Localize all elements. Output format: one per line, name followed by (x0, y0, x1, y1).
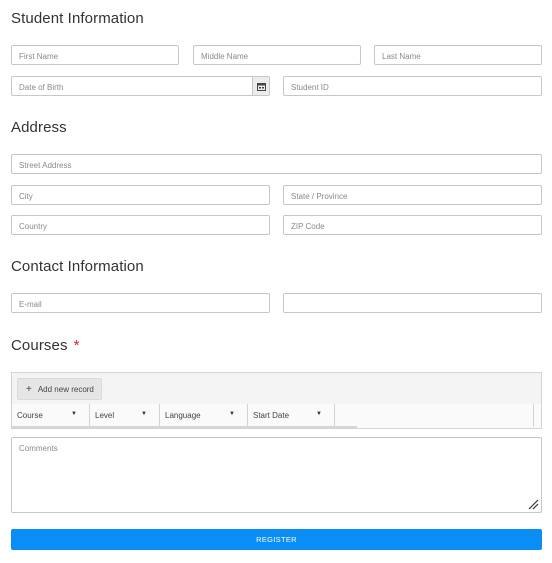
comments-field[interactable] (11, 437, 542, 513)
street-address-input[interactable] (12, 156, 541, 175)
column-header-label: Level (95, 411, 115, 420)
zip-code-input[interactable] (284, 217, 541, 236)
middle-name-field[interactable] (193, 45, 361, 66)
sort-arrow-icon[interactable]: ▼ (229, 411, 235, 417)
required-marker: * (73, 337, 80, 354)
column-header-course[interactable]: Course ▼ (12, 404, 90, 427)
section-title-student: Student Information (11, 10, 144, 27)
sort-arrow-icon[interactable]: ▼ (316, 411, 322, 417)
zip-code-field[interactable] (283, 215, 542, 236)
calendar-button[interactable] (252, 77, 269, 95)
grid-toolbar: + Add new record (12, 373, 541, 405)
student-id-input[interactable] (284, 78, 541, 97)
phone-field[interactable] (283, 293, 542, 314)
sort-arrow-icon[interactable]: ▼ (71, 411, 77, 417)
grid-horizontal-scrollbar[interactable] (12, 426, 357, 428)
column-header-start-date[interactable]: Start Date ▼ (248, 404, 335, 427)
city-field[interactable] (11, 185, 270, 206)
calendar-icon (256, 82, 266, 91)
column-header-label: Course (17, 411, 43, 420)
plus-icon: + (26, 383, 32, 395)
phone-input[interactable] (284, 295, 541, 314)
street-address-field[interactable] (11, 154, 542, 175)
country-field[interactable] (11, 215, 270, 236)
register-button[interactable]: REGISTER (11, 529, 542, 550)
email-input[interactable] (12, 295, 269, 314)
last-name-field[interactable] (374, 45, 542, 66)
middle-name-input[interactable] (194, 47, 360, 66)
date-of-birth-field[interactable] (11, 76, 270, 97)
last-name-input[interactable] (375, 47, 541, 66)
country-input[interactable] (12, 217, 269, 236)
date-of-birth-input[interactable] (12, 78, 252, 97)
first-name-field[interactable] (11, 45, 179, 66)
section-title-contact: Contact Information (11, 258, 144, 275)
courses-title-text: Courses (11, 337, 68, 354)
add-new-record-button[interactable]: + Add new record (17, 378, 102, 400)
column-header-label: Start Date (253, 411, 290, 420)
grid-header-row: Course ▼ Level ▼ Language ▼ Start Date ▼ (12, 404, 541, 427)
add-new-record-label: Add new record (37, 384, 94, 394)
scrollbar-gutter (533, 404, 542, 427)
student-id-field[interactable] (283, 76, 542, 97)
section-title-courses: Courses * (11, 337, 80, 354)
email-field[interactable] (11, 293, 270, 314)
column-header-level[interactable]: Level ▼ (90, 404, 160, 427)
courses-grid: + Add new record Course ▼ Level ▼ Langua… (11, 372, 542, 429)
column-header-label: Language (165, 411, 201, 420)
city-input[interactable] (12, 187, 269, 206)
first-name-input[interactable] (12, 47, 178, 66)
section-title-address: Address (11, 119, 67, 136)
sort-arrow-icon[interactable]: ▼ (141, 411, 147, 417)
state-input[interactable] (284, 187, 541, 206)
column-header-language[interactable]: Language ▼ (160, 404, 248, 427)
state-field[interactable] (283, 185, 542, 206)
resize-handle-icon[interactable] (527, 498, 539, 510)
comments-textarea[interactable] (12, 438, 541, 512)
